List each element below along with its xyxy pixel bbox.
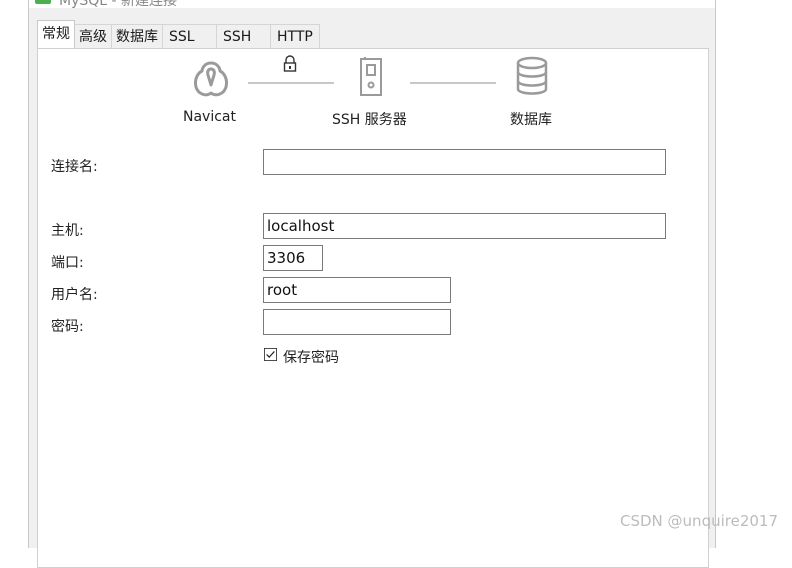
port-label: 端口:	[51, 255, 84, 271]
connection-name-label: 连接名:	[51, 159, 98, 175]
save-password-label[interactable]: 保存密码	[283, 347, 339, 367]
tab-general[interactable]: 常规	[37, 20, 75, 48]
watermark: CSDN @unquire2017	[620, 512, 778, 530]
host-input[interactable]	[263, 213, 666, 239]
app-icon	[35, 0, 51, 4]
tab-ssh[interactable]: SSH	[216, 24, 271, 48]
connector-line-left	[248, 82, 334, 84]
close-button[interactable]: ×	[691, 0, 703, 2]
database-icon	[516, 56, 548, 95]
lock-icon	[283, 55, 297, 72]
password-input[interactable]	[263, 309, 451, 335]
save-password-checkbox[interactable]	[264, 348, 277, 361]
host-label: 主机:	[51, 223, 84, 239]
ssh-server-label: SSH 服务器	[332, 112, 407, 128]
database-label: 数据库	[510, 112, 552, 128]
navicat-logo-icon	[194, 61, 228, 97]
tab-database[interactable]: 数据库	[111, 24, 163, 48]
connection-name-input[interactable]	[263, 149, 666, 175]
client-label: Navicat	[183, 109, 236, 125]
server-icon	[360, 57, 382, 96]
username-label: 用户名:	[51, 287, 98, 303]
password-label: 密码:	[51, 319, 84, 335]
new-connection-window: MySQL - 新建连接 × 常规 高级 数据库 SSL SSH HTTP Na…	[28, 0, 716, 568]
tab-ssl[interactable]: SSL	[162, 24, 217, 48]
connector-line-right	[410, 82, 496, 84]
tab-http[interactable]: HTTP	[270, 24, 320, 48]
general-panel: Navicat SSH 服务器 数据库 连接名: 主机: 端口:	[37, 48, 709, 568]
tab-bar: 常规 高级 数据库 SSL SSH HTTP	[37, 20, 320, 48]
window-title: MySQL - 新建连接	[59, 0, 178, 9]
port-input[interactable]	[263, 245, 323, 271]
username-input[interactable]	[263, 277, 451, 303]
title-bar: MySQL - 新建连接 ×	[29, 0, 715, 9]
tab-advanced[interactable]: 高级	[74, 24, 112, 48]
